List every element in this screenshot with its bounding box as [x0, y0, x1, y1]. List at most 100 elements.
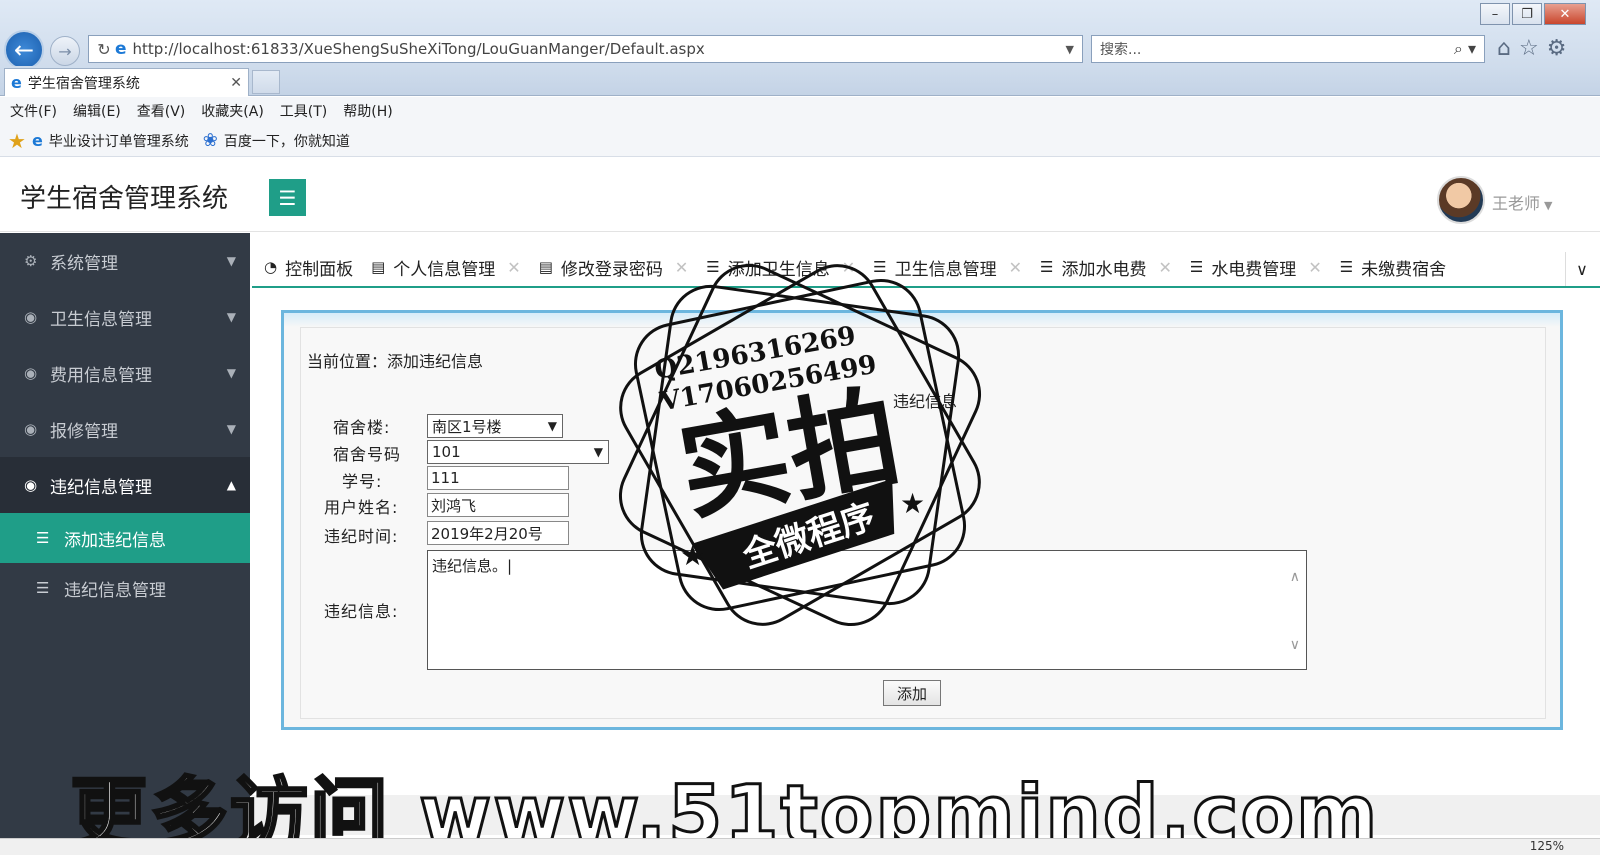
sidebar-item-label: 卫生信息管理	[50, 309, 152, 330]
room-value: 101	[432, 443, 461, 461]
user-name-value: 刘鸿飞	[431, 496, 477, 515]
home-icon[interactable]: ⌂	[1497, 36, 1511, 61]
favorites-star-icon[interactable]: ★	[8, 129, 26, 153]
caret-down-icon: ▼	[226, 366, 236, 380]
sidebar-item-label: 费用信息管理	[50, 365, 152, 386]
avatar[interactable]	[1437, 176, 1485, 224]
circle-icon: ◉	[24, 364, 38, 382]
menu-edit[interactable]: 编辑(E)	[73, 101, 121, 121]
caret-down-icon: ▼	[226, 254, 236, 268]
sidebar-item-label: 系统管理	[50, 253, 118, 274]
tab-utility-manage[interactable]: ☰ 水电费管理 ✕	[1190, 255, 1322, 280]
search-placeholder: 搜索...	[1100, 42, 1142, 58]
tab-label: 未缴费宿舍	[1361, 259, 1447, 280]
tab-add-hygiene[interactable]: ☰ 添加卫生信息 ✕	[706, 255, 855, 280]
list-icon: ☰	[36, 579, 50, 597]
scroll-down-icon[interactable]: ∨	[1290, 637, 1300, 653]
menu-help[interactable]: 帮助(H)	[343, 101, 392, 121]
browser-statusbar: 125%	[0, 838, 1600, 855]
tab-add-utility[interactable]: ☰ 添加水电费 ✕	[1040, 255, 1172, 280]
chevron-down-icon: ∨	[1576, 259, 1588, 279]
circle-icon: ◉	[24, 308, 38, 326]
gear-icon[interactable]: ⚙	[1547, 36, 1567, 61]
sidebar-item-label: 报修管理	[50, 421, 118, 442]
search-input[interactable]: 搜索... ⌕ ▾	[1091, 35, 1485, 63]
user-menu[interactable]: 王老师 ▼	[1492, 190, 1552, 214]
room-select[interactable]: 101 ▼	[427, 440, 609, 464]
chevron-down-icon: ▼	[1544, 199, 1553, 212]
close-window-button[interactable]: ✕	[1544, 3, 1586, 25]
menu-view[interactable]: 查看(V)	[137, 101, 186, 121]
caret-down-icon: ▼	[226, 310, 236, 324]
close-tab-icon[interactable]: ✕	[230, 75, 242, 91]
tab-password[interactable]: ▤ 修改登录密码 ✕	[539, 255, 689, 280]
scroll-up-icon[interactable]: ∧	[1290, 569, 1300, 585]
address-bar[interactable]: ↻ e http://localhost:61833/XueShengSuShe…	[88, 35, 1083, 63]
chevron-down-icon: ▼	[547, 419, 557, 433]
close-tab-icon[interactable]: ✕	[1158, 258, 1171, 277]
ie-logo-icon: e	[11, 73, 22, 92]
student-id-input[interactable]: 111	[427, 466, 569, 490]
new-tab-button[interactable]	[252, 70, 280, 94]
tab-dashboard[interactable]: ◔ 控制面板	[264, 255, 353, 280]
sidebar-sub-label: 违纪信息管理	[64, 580, 166, 601]
browser-tab[interactable]: e 学生宿舍管理系统 ✕	[4, 68, 249, 96]
star-icon[interactable]: ☆	[1519, 36, 1539, 61]
circle-icon: ◉	[24, 476, 38, 494]
clipboard-icon: ▤	[371, 258, 386, 276]
chevron-down-icon[interactable]: ▼	[1066, 43, 1074, 56]
arrow-right-icon: →	[58, 41, 72, 61]
close-tab-icon[interactable]: ✕	[1308, 258, 1321, 277]
close-tab-icon[interactable]: ✕	[675, 258, 688, 277]
ie-logo-icon: e	[115, 39, 127, 59]
sidebar-item-hygiene[interactable]: ◉ 卫生信息管理 ▼	[0, 289, 250, 345]
sidebar-item-repair[interactable]: ◉ 报修管理 ▼	[0, 401, 250, 457]
app-header: 学生宿舍管理系统 ☰ 王老师 ▼	[0, 158, 1600, 232]
window-controls: – ❐ ✕	[1478, 3, 1586, 25]
building-value: 南区1号楼	[432, 417, 502, 436]
sidebar-sub-manage-discipline[interactable]: ☰ 违纪信息管理	[0, 563, 250, 613]
close-tab-icon[interactable]: ✕	[842, 258, 855, 277]
menu-tools[interactable]: 工具(T)	[280, 101, 327, 121]
menu-toggle-button[interactable]: ☰	[269, 179, 306, 216]
menu-favorites[interactable]: 收藏夹(A)	[201, 101, 264, 121]
form-heading: 违纪信息	[893, 392, 958, 411]
sidebar-item-discipline[interactable]: ◉ 违纪信息管理 ▲	[0, 457, 250, 513]
violation-time-value: 2019年2月20号	[431, 524, 543, 543]
restore-button[interactable]: ❐	[1512, 3, 1542, 25]
tab-label: 添加水电费	[1061, 259, 1147, 280]
forward-button[interactable]: →	[50, 36, 80, 66]
add-button[interactable]: 添加	[883, 680, 941, 706]
sidebar-item-fees[interactable]: ◉ 费用信息管理 ▼	[0, 345, 250, 401]
building-select[interactable]: 南区1号楼 ▼	[427, 414, 563, 438]
search-icon[interactable]: ⌕ ▾	[1454, 39, 1476, 59]
favorite-link-2[interactable]: 百度一下，你就知道	[224, 131, 350, 151]
sidebar-sub-add-discipline[interactable]: ☰ 添加违纪信息	[0, 513, 250, 563]
tabs-more-button[interactable]: ∨	[1565, 252, 1598, 286]
minimize-button[interactable]: –	[1480, 3, 1510, 25]
chevron-down-icon: ▼	[593, 445, 603, 459]
sidebar-item-system[interactable]: ⚙ 系统管理 ▼	[0, 233, 250, 289]
violation-info-textarea[interactable]: 违纪信息。| ∧ ∨	[427, 550, 1307, 670]
tab-label: 控制面板	[285, 259, 354, 280]
user-name: 王老师	[1492, 194, 1541, 213]
baidu-paw-icon: ❀	[202, 130, 218, 151]
zoom-level[interactable]: 125%	[1530, 839, 1564, 853]
hamburger-icon: ☰	[278, 185, 297, 210]
refresh-icon[interactable]: ↻	[93, 40, 115, 59]
ie-logo-icon: e	[31, 131, 43, 150]
tab-hygiene-manage[interactable]: ☰ 卫生信息管理 ✕	[873, 255, 1022, 280]
back-button[interactable]: ←	[4, 30, 44, 70]
caret-down-icon: ▼	[226, 422, 236, 436]
violation-time-input[interactable]: 2019年2月20号	[427, 521, 569, 545]
panel-header	[284, 313, 1560, 327]
tab-profile[interactable]: ▤ 个人信息管理 ✕	[371, 255, 521, 280]
violation-info-value: 违纪信息。|	[432, 557, 513, 575]
close-tab-icon[interactable]: ✕	[507, 258, 520, 277]
tab-unpaid[interactable]: ☰ 未缴费宿舍	[1340, 255, 1446, 280]
dashboard-icon: ◔	[264, 258, 278, 276]
menu-file[interactable]: 文件(F)	[10, 101, 57, 121]
close-tab-icon[interactable]: ✕	[1009, 258, 1022, 277]
user-name-input[interactable]: 刘鸿飞	[427, 493, 569, 517]
favorite-link-1[interactable]: 毕业设计订单管理系统	[49, 131, 189, 151]
